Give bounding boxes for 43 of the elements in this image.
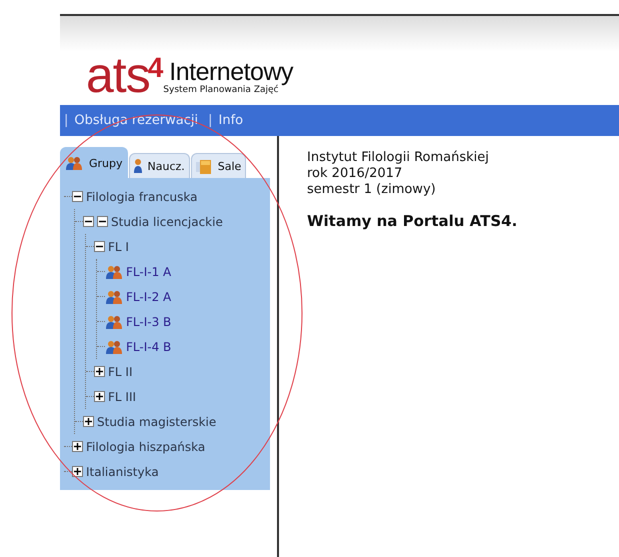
collapse-toggle[interactable] bbox=[97, 216, 108, 227]
tree-label[interactable]: Studia magisterskie bbox=[97, 414, 216, 428]
collapse-toggle[interactable] bbox=[83, 216, 94, 227]
people-icon bbox=[105, 314, 123, 328]
tree-label[interactable]: Filologia hiszpańska bbox=[86, 440, 206, 454]
group-link[interactable]: FL-I-4 B bbox=[126, 340, 172, 354]
people-icon bbox=[105, 264, 123, 278]
nav-link[interactable]: Info bbox=[218, 113, 244, 128]
expand-toggle[interactable] bbox=[72, 441, 83, 452]
logo-number: 4 bbox=[148, 55, 164, 81]
info-line: Instytut Filologii Romańskiej bbox=[307, 150, 490, 166]
tab[interactable]: Grupy bbox=[60, 147, 128, 178]
person-icon bbox=[134, 159, 142, 173]
expand-toggle[interactable] bbox=[94, 366, 105, 377]
tree-label[interactable]: FL III bbox=[108, 390, 136, 404]
door-icon bbox=[196, 158, 212, 174]
collapse-toggle[interactable] bbox=[72, 191, 83, 202]
tree-label[interactable]: Italianistyka bbox=[86, 464, 159, 478]
people-icon bbox=[65, 156, 83, 170]
group-link[interactable]: FL-I-3 B bbox=[126, 314, 172, 328]
expand-toggle[interactable] bbox=[72, 466, 83, 477]
tab[interactable]: Sale bbox=[190, 153, 246, 178]
nav-link[interactable]: Obsługa rezerwacji bbox=[74, 113, 198, 128]
welcome-heading: Witamy na Portalu ATS4. bbox=[307, 212, 518, 230]
people-icon bbox=[105, 340, 123, 354]
group-link[interactable]: FL-I-2 A bbox=[126, 290, 172, 304]
collapse-toggle[interactable] bbox=[94, 241, 105, 252]
group-link[interactable]: FL-I-1 A bbox=[126, 264, 172, 278]
tree-label[interactable]: FL I bbox=[108, 240, 129, 254]
tree-label[interactable]: Filologia francuska bbox=[86, 190, 198, 204]
nav-separator: | bbox=[208, 113, 213, 128]
info-line: semestr 1 (zimowy) bbox=[307, 182, 437, 198]
tree-label[interactable]: FL II bbox=[108, 364, 132, 378]
tab[interactable]: Naucz. bbox=[128, 153, 190, 178]
nav-separator: | bbox=[64, 113, 68, 128]
people-icon bbox=[105, 290, 123, 304]
expand-toggle[interactable] bbox=[83, 416, 94, 427]
product-name: Internetowy bbox=[169, 59, 294, 85]
info-line: rok 2016/2017 bbox=[307, 166, 404, 182]
tree-label[interactable]: Studia licencjackie bbox=[111, 214, 223, 228]
logo-mark: ats bbox=[86, 55, 150, 95]
product-subtitle: System Planowania Zajęć bbox=[163, 85, 278, 95]
expand-toggle[interactable] bbox=[94, 391, 105, 402]
